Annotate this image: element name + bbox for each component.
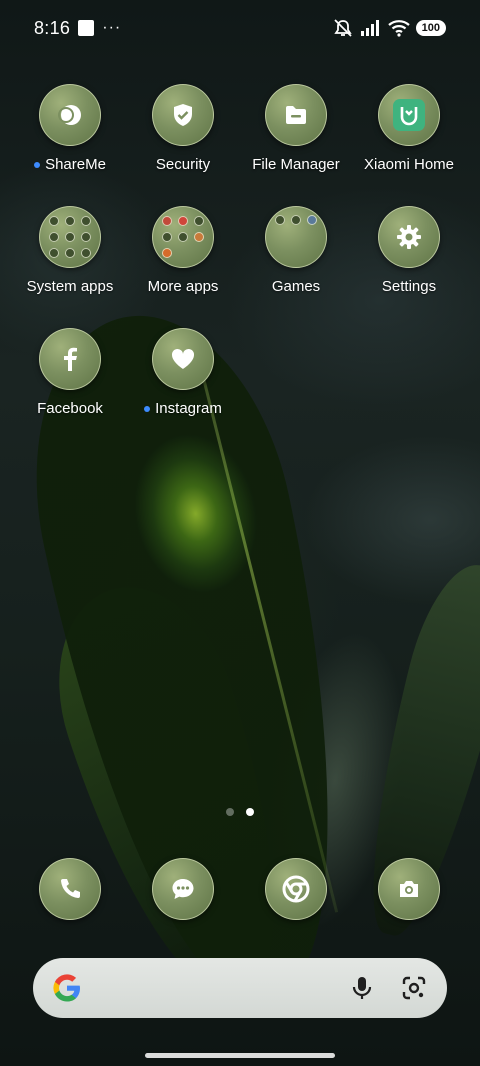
folder-icon-more-apps[interactable] (152, 206, 214, 268)
message-icon (172, 879, 194, 899)
folder-preview-grid (162, 216, 204, 258)
app-icon-facebook[interactable] (39, 328, 101, 390)
more-notifications-icon: ··· (102, 19, 122, 36)
app-label: Security (155, 156, 211, 173)
app-shareme[interactable]: ShareMe (14, 84, 126, 173)
google-icon[interactable] (51, 972, 83, 1004)
dock-messages[interactable] (127, 858, 239, 920)
app-instagram[interactable]: Instagram (127, 328, 239, 417)
app-label: ShareMe (45, 156, 106, 173)
app-label: Facebook (37, 400, 103, 417)
app-label: More apps (147, 278, 219, 295)
chrome-icon (282, 875, 310, 903)
clock: 8:16 (34, 17, 71, 38)
dock-camera[interactable] (353, 858, 465, 920)
app-file-manager[interactable]: File Manager (240, 84, 352, 173)
app-icon-file-manager[interactable] (265, 84, 327, 146)
page-dot-2[interactable] (246, 808, 254, 816)
wifi-icon (387, 20, 410, 37)
app-label: Games (271, 278, 321, 295)
mic-icon (352, 977, 372, 999)
folder-preview-grid (275, 215, 317, 257)
shareme-icon (58, 105, 81, 125)
mi-home-icon (393, 99, 425, 131)
mute-icon (333, 19, 352, 37)
camera-icon (400, 881, 418, 897)
folder-more-apps[interactable]: More apps (127, 206, 239, 295)
phone-icon (61, 879, 80, 898)
app-label: Instagram (155, 400, 222, 417)
heart-icon (171, 348, 195, 369)
app-icon-xiaomi-home[interactable] (378, 84, 440, 146)
dock-chrome[interactable] (240, 858, 352, 920)
google-search-bar[interactable] (33, 958, 447, 1018)
signal-icon (360, 20, 379, 36)
dock-icon-chrome[interactable] (265, 858, 327, 920)
dock-icon-camera[interactable] (378, 858, 440, 920)
app-label: File Manager (252, 156, 340, 173)
folder-system-apps[interactable]: System apps (14, 206, 126, 295)
facebook-icon (64, 347, 77, 371)
gesture-nav-handle[interactable] (145, 1053, 335, 1058)
folder-preview-grid (49, 216, 91, 258)
dock-phone[interactable] (14, 858, 126, 920)
app-facebook[interactable]: Facebook (14, 328, 126, 417)
status-bar: 8:16 ··· 100 (0, 0, 480, 56)
app-xiaomi-home[interactable]: Xiaomi Home (353, 84, 465, 173)
dock-icon-phone[interactable] (39, 858, 101, 920)
app-security[interactable]: Security (127, 84, 239, 173)
gear-icon (397, 225, 421, 249)
new-badge-dot (34, 161, 41, 168)
app-icon-security[interactable] (152, 84, 214, 146)
new-badge-dot (144, 405, 151, 412)
app-settings[interactable]: Settings (353, 206, 465, 295)
folder-icon-system-apps[interactable] (39, 206, 101, 268)
page-indicator (0, 808, 480, 816)
dock-icon-messages[interactable] (152, 858, 214, 920)
app-icon-settings[interactable] (378, 206, 440, 268)
folder-icon (286, 106, 306, 124)
app-label: Xiaomi Home (363, 156, 455, 173)
folder-games[interactable]: Games (240, 206, 352, 295)
app-label: System apps (26, 278, 114, 295)
app-label: Settings (381, 278, 437, 295)
lens-search-button[interactable] (399, 973, 429, 1003)
folder-icon-games[interactable] (265, 206, 327, 268)
page-dot-1[interactable] (226, 808, 234, 816)
voice-search-button[interactable] (347, 973, 377, 1003)
shield-icon (174, 104, 192, 126)
app-icon-shareme[interactable] (39, 84, 101, 146)
lens-icon (402, 976, 426, 1000)
notification-square-icon (78, 20, 95, 36)
battery-indicator: 100 (415, 20, 446, 36)
app-icon-instagram[interactable] (152, 328, 214, 390)
